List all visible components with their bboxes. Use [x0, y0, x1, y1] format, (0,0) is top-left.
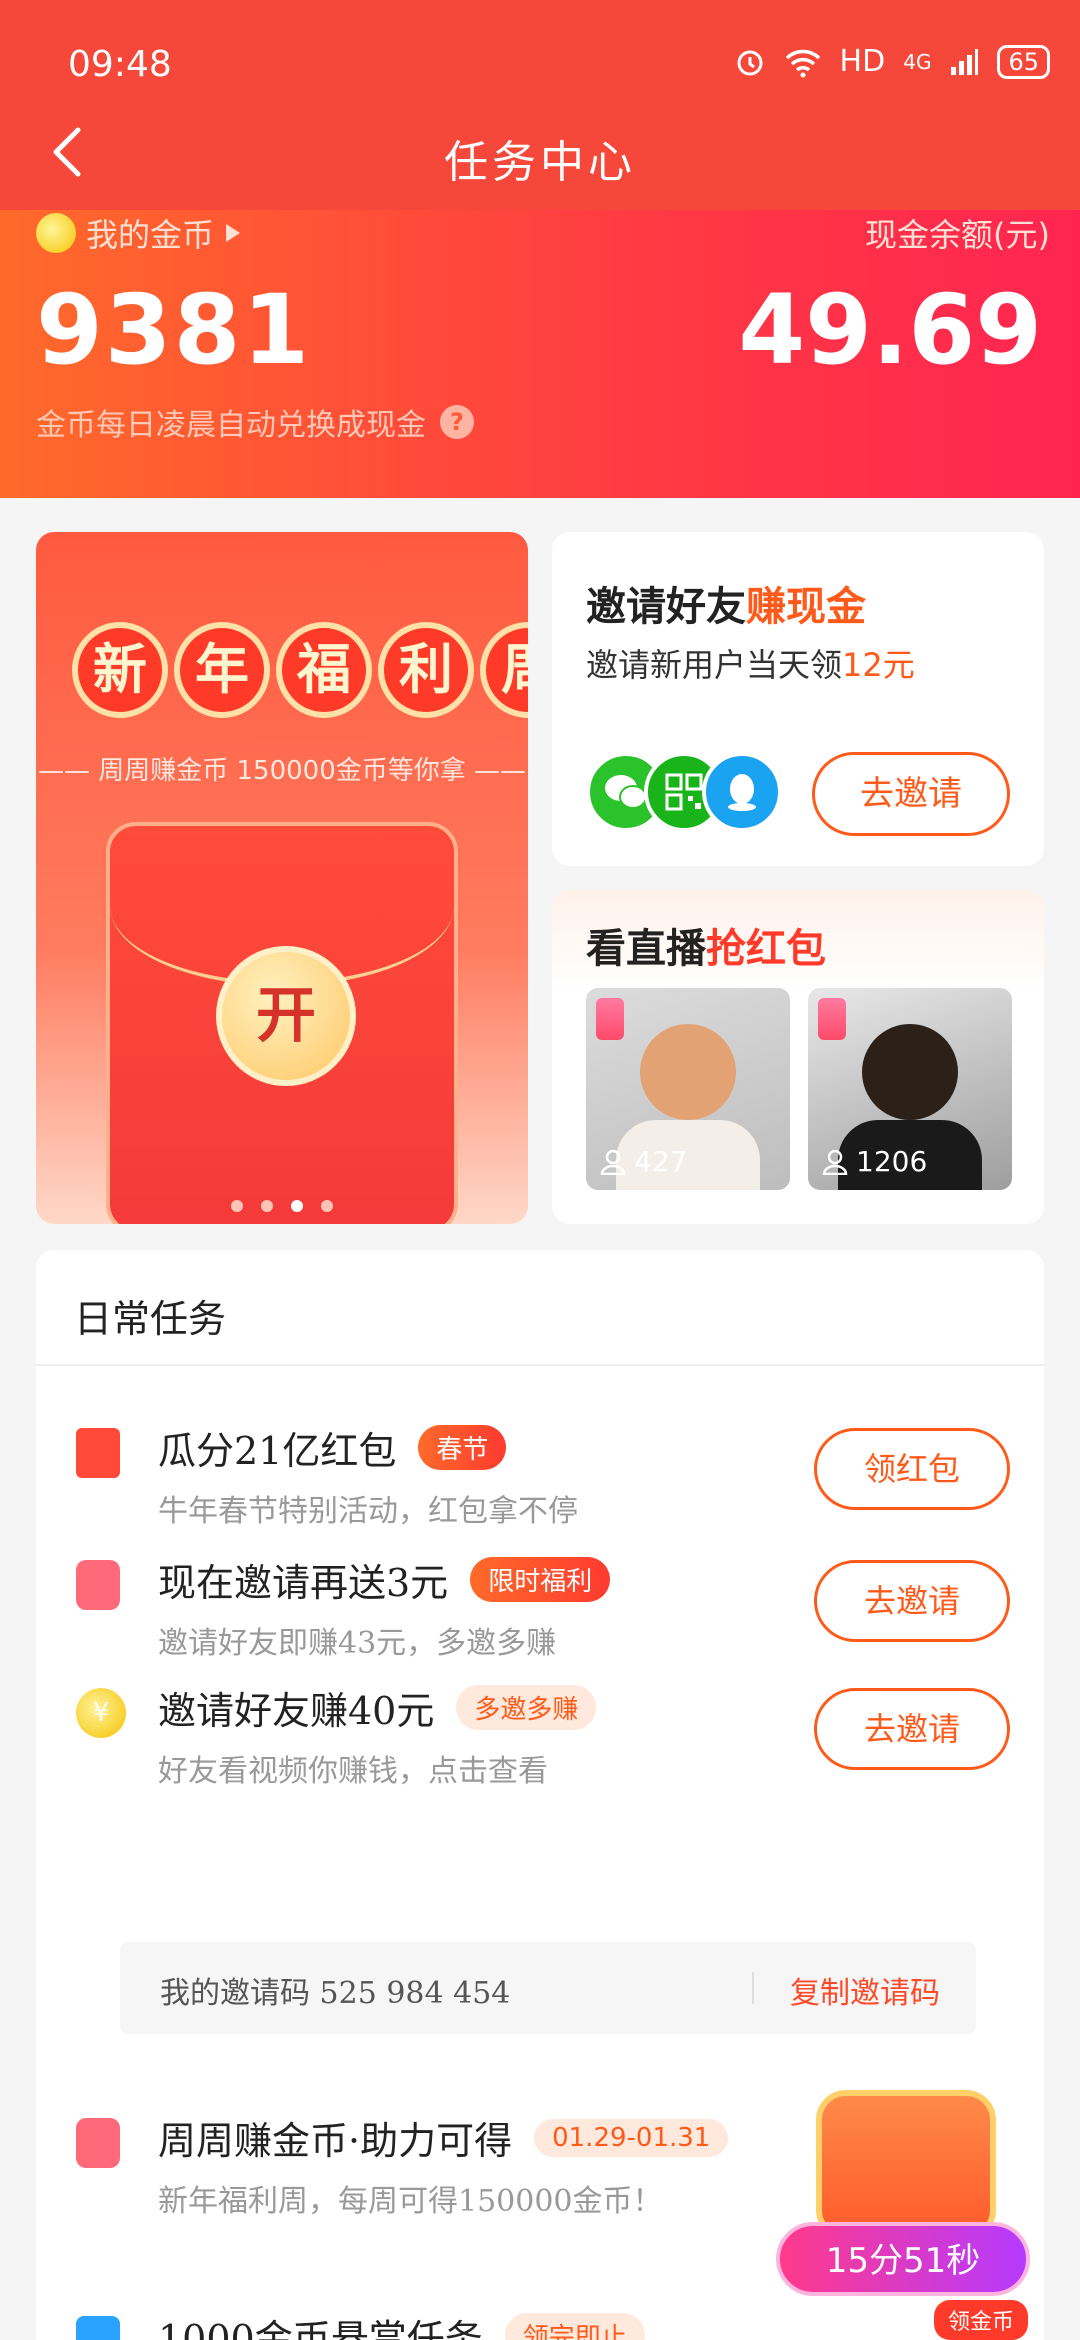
- watch-live-card[interactable]: 看直播抢红包 427 1206: [552, 890, 1044, 1224]
- task-title: 瓜分21亿红包 春节: [158, 1420, 507, 1475]
- invite-title-highlight: 赚现金: [746, 584, 866, 630]
- viewer-icon: [822, 1149, 848, 1175]
- exchange-note: 金币每日凌晨自动兑换成现金 ?: [36, 400, 474, 444]
- live-title-highlight: 抢红包: [706, 926, 826, 972]
- balance-header: 我的金币 现金余额(元) 9381 49.69 金币每日凌晨自动兑换成现金 ?: [0, 210, 1080, 498]
- invite-sub-text: 邀请新用户当天领: [586, 646, 843, 684]
- task-badge: 春节: [418, 1425, 507, 1470]
- yen-coin-icon: ¥: [76, 1688, 126, 1738]
- network-type: HD: [839, 44, 886, 79]
- viewer-icon: [600, 1149, 626, 1175]
- red-envelope-tag-icon: [818, 998, 846, 1040]
- exchange-note-text: 金币每日凌晨自动兑换成现金: [36, 408, 426, 443]
- signal-label: 4G: [903, 49, 932, 74]
- divider: [36, 1364, 1044, 1366]
- task-title: 周周赚金币·助力可得 01.29-01.31: [158, 2110, 729, 2165]
- task-name: 周周赚金币·助力可得: [158, 2119, 513, 2163]
- viewer-count: 1206: [822, 1145, 927, 1178]
- live-stream-thumbnail[interactable]: 1206: [808, 988, 1012, 1190]
- viewer-count-value: 427: [634, 1145, 688, 1178]
- status-icons: HD 4G 65: [734, 44, 1050, 79]
- task-description: 邀请好友即赚43元，多邀多赚: [158, 1626, 557, 1661]
- tv-icon: [76, 2316, 120, 2340]
- task-badge: 多邀多赚: [456, 1685, 597, 1730]
- coins-label: 我的金币: [86, 216, 215, 254]
- carousel-dot[interactable]: [321, 1200, 333, 1212]
- task-name: 1000金币悬赏任务: [158, 2317, 483, 2340]
- task-title: 现在邀请再送3元 限时福利: [158, 1552, 611, 1607]
- open-envelope-button[interactable]: 开: [216, 946, 356, 1086]
- task-description: 牛年春节特别活动，红包拿不停: [158, 1494, 578, 1529]
- task-description: 好友看视频你赚钱，点击查看: [158, 1754, 548, 1789]
- task-badge: 领完即止: [504, 2313, 645, 2340]
- qq-icon[interactable]: [702, 752, 782, 832]
- invite-task-button[interactable]: 去邀请: [814, 1560, 1010, 1642]
- nav-bar: 任务中心: [0, 100, 1080, 210]
- invite-code: 我的邀请码 525 984 454: [160, 1976, 511, 2011]
- viewer-count: 427: [600, 1145, 687, 1178]
- alarm-icon: [737, 50, 763, 75]
- live-stream-thumbnail[interactable]: 427: [586, 988, 790, 1190]
- wifi-icon: [785, 49, 820, 77]
- copy-invite-code-button[interactable]: 复制邀请码: [790, 1968, 940, 2012]
- battery-indicator: 65: [997, 44, 1050, 79]
- task-title: 1000金币悬赏任务 领完即止: [158, 2308, 645, 2340]
- carousel-dot-active[interactable]: [291, 1200, 303, 1212]
- floating-treasure-chest[interactable]: 15分51秒 领金币: [776, 2070, 1046, 2340]
- status-time: 09:48: [68, 44, 172, 85]
- headline-char: 利: [378, 622, 474, 718]
- task-name: 现在邀请再送3元: [158, 1561, 449, 1605]
- invite-sub-highlight: 12元: [842, 646, 915, 684]
- play-arrow-icon: [226, 224, 241, 242]
- cash-amount: 49.69: [738, 274, 1042, 386]
- carousel-dot[interactable]: [231, 1200, 243, 1212]
- coin-icon: [36, 213, 76, 253]
- pink-envelope-icon: [76, 2118, 120, 2168]
- divider: [752, 1972, 754, 2004]
- task-description: 新年福利周，每周可得150000金币！: [158, 2184, 663, 2219]
- claim-coins-badge[interactable]: 领金币: [933, 2300, 1028, 2340]
- red-envelope-icon: [76, 1428, 120, 1478]
- headline-char: 年: [174, 622, 270, 718]
- headline-char: 周: [480, 622, 528, 718]
- task-name: 瓜分21亿红包: [158, 1429, 397, 1473]
- carousel-dot[interactable]: [261, 1200, 273, 1212]
- pink-envelope-icon: [76, 1560, 120, 1610]
- invite-card-title: 邀请好友赚现金: [586, 574, 866, 632]
- treasure-chest-icon: [816, 2090, 996, 2240]
- coins-amount: 9381: [36, 274, 312, 386]
- task-title: 邀请好友赚40元 多邀多赚: [158, 1680, 597, 1735]
- help-icon[interactable]: ?: [440, 405, 474, 439]
- headline-char: 福: [276, 622, 372, 718]
- streamer-photo: [862, 1024, 958, 1120]
- invite-card-subtitle: 邀请新用户当天领12元: [586, 640, 915, 686]
- page-title: 任务中心: [444, 137, 636, 188]
- claim-red-envelope-button[interactable]: 领红包: [814, 1428, 1010, 1510]
- red-envelope-tag-icon: [596, 998, 624, 1040]
- streamer-photo: [640, 1024, 736, 1120]
- task-badge: 限时福利: [470, 1557, 611, 1602]
- invite-friends-card[interactable]: 邀请好友赚现金 邀请新用户当天领12元 去邀请: [552, 532, 1044, 866]
- viewer-count-value: 1206: [856, 1145, 928, 1178]
- invite-code-box: 我的邀请码 525 984 454 复制邀请码: [120, 1942, 976, 2034]
- carousel-dots: [36, 1200, 528, 1212]
- promo-banner[interactable]: 新 年 福 利 周 —— 周周赚金币 150000金币等你拿 —— 开: [36, 532, 528, 1224]
- headline-char: 新: [72, 622, 168, 718]
- countdown-timer: 15分51秒: [776, 2222, 1030, 2296]
- cash-label: 现金余额(元): [865, 216, 1050, 254]
- live-title-text: 看直播: [586, 926, 706, 972]
- invite-button[interactable]: 去邀请: [812, 752, 1010, 836]
- invite-task-button[interactable]: 去邀请: [814, 1688, 1010, 1770]
- invite-title-text: 邀请好友: [586, 584, 746, 630]
- red-envelope-graphic[interactable]: 开: [106, 822, 458, 1224]
- banner-headline: 新 年 福 利 周: [72, 622, 528, 718]
- banner-subtitle: —— 周周赚金币 150000金币等你拿 ——: [37, 756, 527, 786]
- task-name: 邀请好友赚40元: [158, 1689, 435, 1733]
- share-channels: [586, 752, 782, 832]
- my-coins-link[interactable]: 我的金币: [36, 210, 242, 256]
- live-card-title: 看直播抢红包: [586, 916, 826, 974]
- signal-icon: [951, 48, 979, 75]
- task-badge: 01.29-01.31: [534, 2118, 729, 2157]
- daily-tasks-heading: 日常任务: [74, 1297, 227, 1341]
